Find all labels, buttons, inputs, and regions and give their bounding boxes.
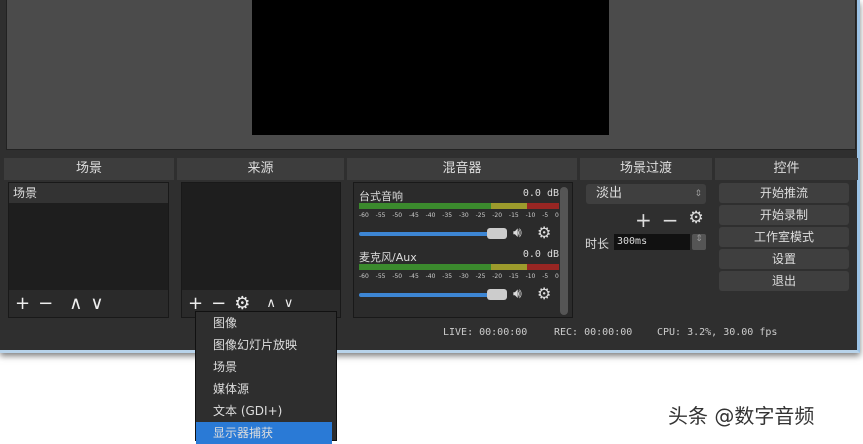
transition-toolbar: + − ⚙ <box>635 208 704 232</box>
settings-button[interactable]: 设置 <box>719 249 849 269</box>
cpu-status: CPU: 3.2%, 30.00 fps <box>657 327 778 338</box>
exit-button[interactable]: 退出 <box>719 271 849 291</box>
menu-item-image-slideshow[interactable]: 图像幻灯片放映 <box>196 334 336 356</box>
duration-input[interactable]: 300ms <box>614 234 690 250</box>
sources-panel: + − ⚙ ∧ ∨ <box>181 182 341 318</box>
start-streaming-button[interactable]: 开始推流 <box>719 183 849 203</box>
move-up-icon[interactable]: ∧ <box>69 293 82 314</box>
menu-item-scene[interactable]: 场景 <box>196 356 336 378</box>
preview-area <box>6 0 856 150</box>
meter-ticks: -60 -55 -50 -45 -40 -35 -30 -25 -20 -15 -10 -5 0 <box>359 212 559 219</box>
scene-item[interactable]: 场景 <box>9 183 168 203</box>
start-recording-button[interactable]: 开始录制 <box>719 205 849 225</box>
slider-handle[interactable] <box>487 228 507 239</box>
spin-icon: ⇕ <box>694 189 702 199</box>
controls-header: 控件 <box>715 158 858 180</box>
speaker-icon[interactable]: 🔊︎ <box>513 225 522 241</box>
gear-icon[interactable]: ⚙ <box>537 223 551 242</box>
channel-name: 台式音响 <box>359 190 403 203</box>
volume-meter <box>359 203 559 209</box>
menu-item-text-gdi[interactable]: 文本 (GDI+) <box>196 400 336 422</box>
move-down-icon[interactable]: ∨ <box>90 293 103 314</box>
move-up-icon[interactable]: ∧ <box>266 296 276 311</box>
scenes-header: 场景 <box>4 158 174 180</box>
channel-name: 麦克风/Aux <box>359 251 417 264</box>
volume-meter <box>359 264 559 270</box>
preview-canvas[interactable] <box>252 0 609 135</box>
source-list <box>182 183 340 291</box>
transitions-header: 场景过渡 <box>580 158 712 180</box>
volume-slider[interactable] <box>359 293 497 297</box>
sources-header: 来源 <box>177 158 344 180</box>
transitions-panel: 淡出 ⇕ + − ⚙ 时长 300ms ⇕ <box>580 182 712 322</box>
gear-icon[interactable]: ⚙ <box>537 284 551 303</box>
duration-label: 时长 <box>585 237 610 251</box>
rec-status: REC: 00:00:00 <box>554 327 633 338</box>
studio-mode-button[interactable]: 工作室模式 <box>719 227 849 247</box>
add-icon[interactable]: + <box>635 208 652 232</box>
watermark: 头条 @数字音频 <box>668 404 815 428</box>
obs-window: 场景 来源 混音器 场景过渡 控件 场景 + − ∧ ∨ + − ⚙ ∧ ∨ 台式音响 0… <box>0 0 860 353</box>
duration-spinner[interactable]: ⇕ <box>692 234 706 250</box>
add-icon[interactable]: + <box>15 293 30 314</box>
mixer-header: 混音器 <box>347 158 577 180</box>
slider-handle[interactable] <box>487 289 507 300</box>
move-down-icon[interactable]: ∨ <box>284 296 294 311</box>
remove-icon[interactable]: − <box>38 293 53 314</box>
menu-item-media-source[interactable]: 媒体源 <box>196 378 336 400</box>
scene-list: 场景 <box>9 183 168 291</box>
scenes-toolbar: + − ∧ ∨ <box>9 290 168 317</box>
scenes-panel: 场景 + − ∧ ∨ <box>8 182 169 318</box>
mixer-panel: 台式音响 0.0 dB -60 -55 -50 -45 -40 -35 -30 -25 -20-… <box>353 182 573 318</box>
controls-panel: 开始推流 开始录制 工作室模式 设置 退出 <box>715 182 858 322</box>
gear-icon[interactable]: ⚙ <box>689 208 704 232</box>
menu-item-image[interactable]: 图像 <box>196 312 336 334</box>
meter-ticks: -60 -55 -50 -45 -40 -35 -30 -25 -20 -15 -10 -5 0 <box>359 273 559 280</box>
channel-db: 0.0 dB <box>522 188 559 199</box>
transition-select[interactable]: 淡出 ⇕ <box>586 184 706 204</box>
add-source-menu: 图像 图像幻灯片放映 场景 媒体源 文本 (GDI+) 显示器捕获 <box>195 311 337 444</box>
remove-icon[interactable]: − <box>662 208 679 232</box>
live-status: LIVE: 00:00:00 <box>443 327 528 338</box>
speaker-icon[interactable]: 🔊︎ <box>513 286 522 302</box>
channel-db: 0.0 dB <box>522 249 559 260</box>
volume-slider[interactable] <box>359 232 497 236</box>
mixer-scrollbar[interactable] <box>560 187 568 315</box>
